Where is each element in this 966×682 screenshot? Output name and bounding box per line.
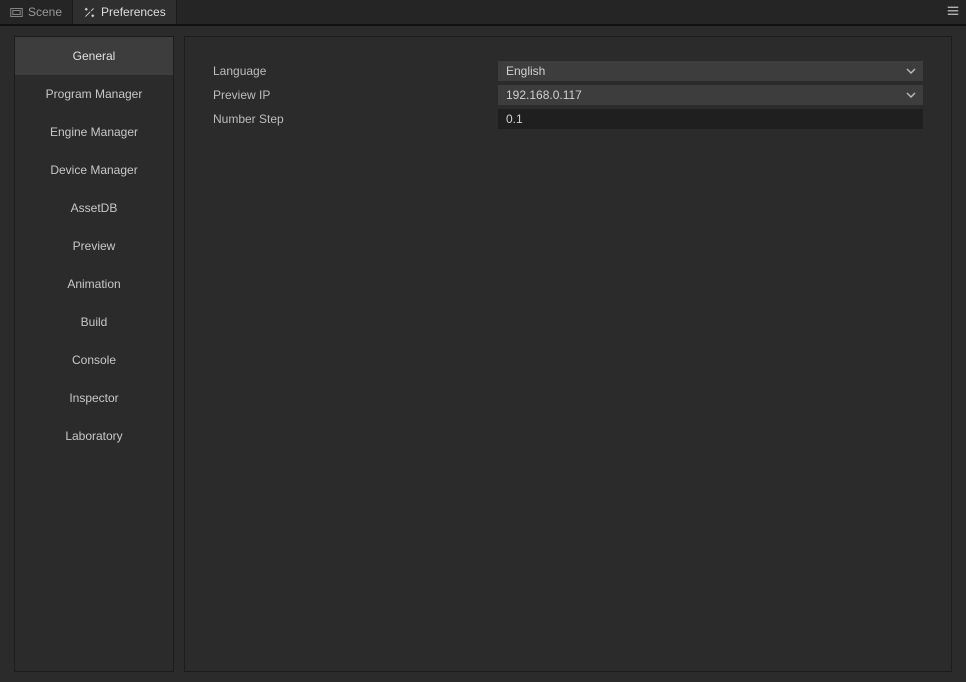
sidebar-item-label: General bbox=[73, 49, 116, 63]
sidebar-item-console[interactable]: Console bbox=[15, 341, 173, 379]
preferences-main: Language English Preview IP 192.168.0.11… bbox=[184, 36, 952, 672]
preferences-sidebar: General Program Manager Engine Manager D… bbox=[14, 36, 174, 672]
sidebar-item-label: Engine Manager bbox=[50, 125, 138, 139]
setting-row-preview-ip: Preview IP 192.168.0.117 bbox=[213, 83, 923, 107]
preview-ip-select-value: 192.168.0.117 bbox=[506, 88, 582, 102]
preferences-panel: General Program Manager Engine Manager D… bbox=[0, 25, 966, 682]
sidebar-item-general[interactable]: General bbox=[15, 37, 173, 75]
tab-preferences-label: Preferences bbox=[101, 5, 166, 19]
tab-scene-label: Scene bbox=[28, 5, 62, 19]
sidebar-item-engine-manager[interactable]: Engine Manager bbox=[15, 113, 173, 151]
sidebar-item-label: Inspector bbox=[69, 391, 118, 405]
menu-icon bbox=[946, 4, 960, 21]
setting-label-number-step: Number Step bbox=[213, 112, 498, 126]
tab-scene[interactable]: Scene bbox=[0, 0, 73, 24]
sidebar-item-program-manager[interactable]: Program Manager bbox=[15, 75, 173, 113]
panel-menu-button[interactable] bbox=[940, 0, 966, 25]
setting-label-language: Language bbox=[213, 64, 498, 78]
sidebar-item-label: Laboratory bbox=[65, 429, 122, 443]
sidebar-item-label: Device Manager bbox=[50, 163, 137, 177]
sidebar-item-label: Program Manager bbox=[46, 87, 143, 101]
number-step-input[interactable] bbox=[498, 109, 923, 129]
setting-row-number-step: Number Step bbox=[213, 107, 923, 131]
sidebar-item-assetdb[interactable]: AssetDB bbox=[15, 189, 173, 227]
sidebar-item-label: Console bbox=[72, 353, 116, 367]
chevron-down-icon bbox=[905, 89, 917, 101]
sidebar-item-label: Build bbox=[81, 315, 108, 329]
language-select-value: English bbox=[506, 64, 545, 78]
scene-icon bbox=[10, 6, 23, 19]
sidebar-item-animation[interactable]: Animation bbox=[15, 265, 173, 303]
language-select[interactable]: English bbox=[498, 61, 923, 81]
sidebar-item-laboratory[interactable]: Laboratory bbox=[15, 417, 173, 455]
setting-row-language: Language English bbox=[213, 59, 923, 83]
chevron-down-icon bbox=[905, 65, 917, 77]
tools-icon bbox=[83, 6, 96, 19]
sidebar-item-inspector[interactable]: Inspector bbox=[15, 379, 173, 417]
sidebar-item-device-manager[interactable]: Device Manager bbox=[15, 151, 173, 189]
tab-preferences[interactable]: Preferences bbox=[73, 0, 177, 24]
sidebar-item-label: Preview bbox=[73, 239, 116, 253]
preview-ip-select[interactable]: 192.168.0.117 bbox=[498, 85, 923, 105]
sidebar-item-preview[interactable]: Preview bbox=[15, 227, 173, 265]
sidebar-item-label: AssetDB bbox=[71, 201, 118, 215]
sidebar-item-build[interactable]: Build bbox=[15, 303, 173, 341]
setting-label-preview-ip: Preview IP bbox=[213, 88, 498, 102]
sidebar-item-label: Animation bbox=[67, 277, 120, 291]
tabbar: Scene Preferences bbox=[0, 0, 966, 25]
